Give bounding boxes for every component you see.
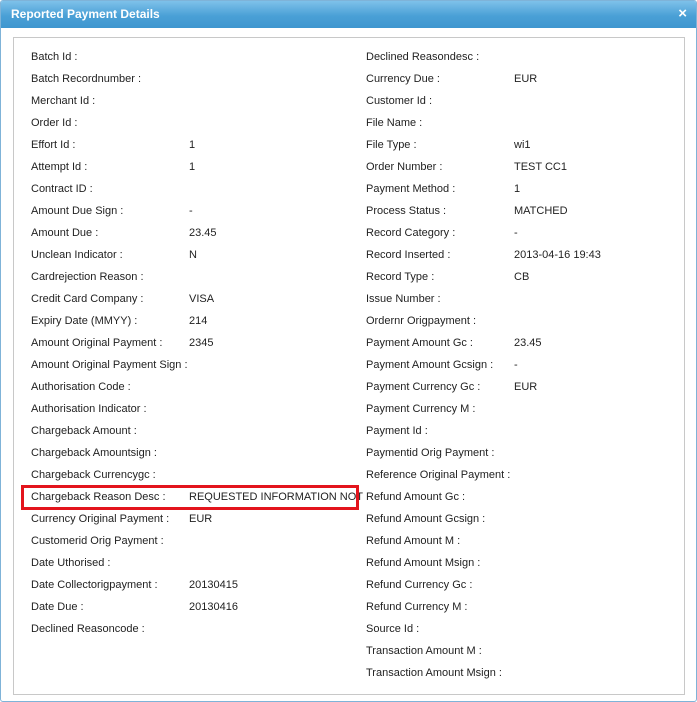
- field-label: Authorisation Indicator :: [31, 403, 147, 415]
- field-value: CB: [514, 271, 530, 283]
- field-label: Transaction Amount Msign :: [366, 667, 502, 679]
- field-value: 20130415: [189, 579, 238, 591]
- field-label: Authorisation Code :: [31, 381, 131, 393]
- field-value: 1: [514, 183, 521, 195]
- field-label: Order Number :: [366, 161, 443, 173]
- field-value: 2345: [189, 337, 214, 349]
- field-label: Amount Due Sign :: [31, 205, 124, 217]
- field-label: Refund Amount Gcsign :: [366, 513, 486, 525]
- field-label: Source Id :: [366, 623, 420, 635]
- field-label: Issue Number :: [366, 293, 441, 305]
- field-label: Date Due :: [31, 601, 84, 613]
- field-label: Refund Currency Gc :: [366, 579, 473, 591]
- dialog-title: Reported Payment Details: [11, 7, 160, 21]
- field-label: Currency Original Payment :: [31, 513, 170, 525]
- field-label: Cardrejection Reason :: [31, 271, 144, 283]
- field-value: -: [514, 359, 518, 371]
- field-value: VISA: [189, 293, 215, 305]
- field-label: Credit Card Company :: [31, 293, 144, 305]
- field-label: Batch Recordnumber :: [31, 73, 142, 85]
- field-label: File Type :: [366, 139, 417, 151]
- field-value: 214: [189, 315, 208, 327]
- field-label: Date Uthorised :: [31, 557, 111, 569]
- field-label: Reference Original Payment :: [366, 469, 511, 481]
- field-label: Currency Due :: [366, 73, 440, 85]
- field-value: EUR: [189, 513, 213, 525]
- field-label: Customerid Orig Payment :: [31, 535, 164, 547]
- field-label: Ordernr Origpayment :: [366, 315, 477, 327]
- field-value: 23.45: [189, 227, 217, 239]
- close-icon[interactable]: ×: [678, 5, 687, 22]
- field-label: Effort Id :: [31, 139, 76, 151]
- field-value: -: [514, 227, 518, 239]
- field-label: Merchant Id :: [31, 95, 96, 107]
- field-label: Payment Currency M :: [366, 403, 476, 415]
- field-value: 1: [189, 161, 196, 173]
- field-label: Record Type :: [366, 271, 435, 283]
- field-label: Date Collectorigpayment :: [31, 579, 158, 591]
- field-value: wi1: [514, 139, 531, 151]
- field-label: Refund Amount Gc :: [366, 491, 466, 503]
- field-value: EUR: [514, 381, 538, 393]
- field-label: Chargeback Amountsign :: [31, 447, 157, 459]
- field-value: EUR: [514, 73, 538, 85]
- field-label: Amount Original Payment Sign :: [31, 359, 188, 371]
- field-value: N: [189, 249, 197, 261]
- field-value: 23.45: [514, 337, 542, 349]
- field-label: Chargeback Currencygc :: [31, 469, 156, 481]
- field-label: Declined Reasondesc :: [366, 51, 480, 63]
- field-label: Chargeback Amount :: [31, 425, 137, 437]
- field-label: Payment Amount Gc :: [366, 337, 473, 349]
- field-value: -: [189, 205, 193, 217]
- field-label: Unclean Indicator :: [31, 249, 123, 261]
- field-label: Order Id :: [31, 117, 78, 129]
- field-label: Batch Id :: [31, 51, 78, 63]
- field-label: Attempt Id :: [31, 161, 88, 173]
- field-label: Transaction Amount M :: [366, 645, 482, 657]
- field-label: Amount Due :: [31, 227, 99, 239]
- field-label: Refund Amount Msign :: [366, 557, 481, 569]
- field-value: 1: [189, 139, 196, 151]
- field-label: Declined Reasoncode :: [31, 623, 145, 635]
- field-label: Refund Amount M :: [366, 535, 461, 547]
- field-label: Record Inserted :: [366, 249, 451, 261]
- field-value: MATCHED: [514, 205, 568, 217]
- field-label: Paymentid Orig Payment :: [366, 447, 495, 459]
- field-label: Customer Id :: [366, 95, 433, 107]
- field-label: File Name :: [366, 117, 423, 129]
- field-value: 20130416: [189, 601, 238, 613]
- field-value: 2013-04-16 19:43: [514, 249, 601, 261]
- field-label: Contract ID :: [31, 183, 93, 195]
- field-label: Payment Amount Gcsign :: [366, 359, 494, 371]
- field-label: Process Status :: [366, 205, 447, 217]
- field-value: TEST CC1: [514, 161, 567, 173]
- field-label: Payment Currency Gc :: [366, 381, 481, 393]
- field-label: Refund Currency M :: [366, 601, 468, 613]
- payment-details-dialog: Reported Payment Details × Batch Id : Bat…: [0, 0, 697, 702]
- chargeback-reason-highlight: [21, 485, 359, 510]
- field-label: Amount Original Payment :: [31, 337, 163, 349]
- field-label: Expiry Date (MMYY) :: [31, 315, 138, 327]
- field-label: Payment Id :: [366, 425, 428, 437]
- field-label: Payment Method :: [366, 183, 456, 195]
- dialog-title-bar[interactable]: Reported Payment Details ×: [1, 1, 696, 28]
- field-label: Record Category :: [366, 227, 456, 239]
